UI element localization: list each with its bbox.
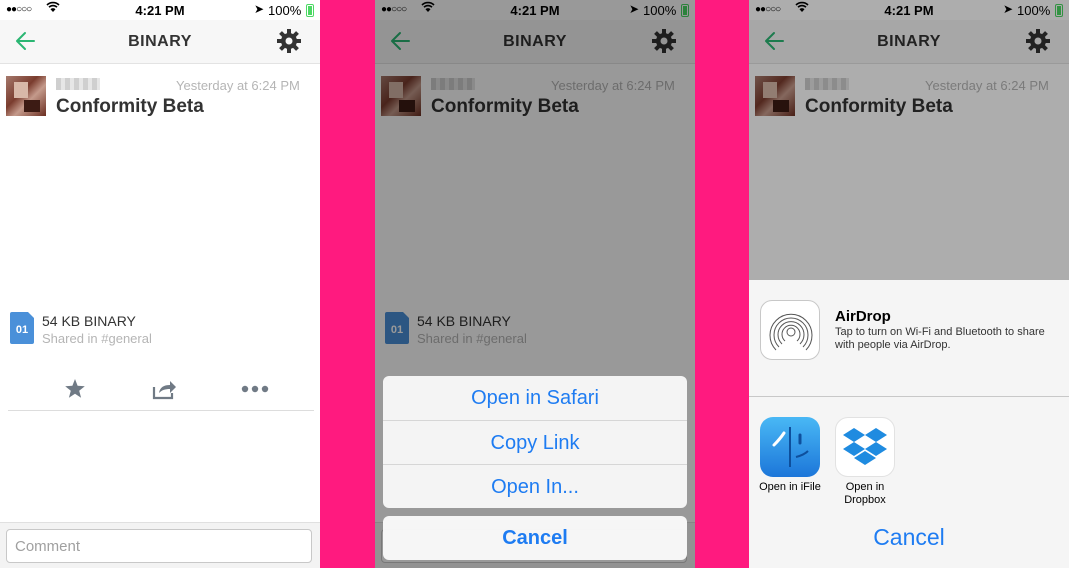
comment-input[interactable] (6, 529, 312, 563)
copy-link-button[interactable]: Copy Link (383, 420, 687, 464)
file-actions (0, 372, 320, 408)
share-sheet: AirDrop Tap to turn on Wi-Fi and Bluetoo… (749, 280, 1069, 568)
star-icon[interactable] (62, 376, 88, 402)
message-title: Conformity Beta (56, 96, 204, 117)
airdrop-title: AirDrop (835, 308, 891, 325)
screen-file-detail: ●●○○○ 4:21 PM ➤ 100% BINARY Yesterday at… (0, 0, 320, 568)
page-title: BINARY (128, 33, 192, 50)
airdrop-description: Tap to turn on Wi-Fi and Bluetooth to sh… (835, 326, 1045, 351)
airdrop-icon[interactable] (760, 300, 820, 360)
open-in-button[interactable]: Open In... (383, 464, 687, 508)
open-in-safari-button[interactable]: Open in Safari (383, 376, 687, 420)
cancel-button[interactable]: Cancel (749, 524, 1069, 560)
dropbox-label: Open in Dropbox (844, 481, 886, 506)
nav-bar: BINARY (0, 20, 320, 64)
open-in-ifile-app[interactable]: Open in iFile (759, 417, 821, 494)
action-sheet: Open in Safari Copy Link Open In... (383, 376, 687, 508)
divider (8, 410, 314, 411)
ifile-icon[interactable] (760, 417, 820, 477)
gear-icon[interactable] (276, 28, 302, 54)
modal-overlay[interactable] (749, 0, 1069, 280)
screen-action-sheet: ●●○○○ 4:21 PM ➤ 100% BINARY Yesterday at… (375, 0, 695, 568)
battery-percent: 100% (268, 3, 302, 18)
status-bar: ●●○○○ 4:21 PM ➤ 100% (0, 0, 320, 20)
location-icon: ➤ (254, 2, 265, 16)
avatar[interactable] (6, 76, 46, 116)
cancel-button[interactable]: Cancel (383, 516, 687, 560)
ifile-label: Open in iFile (759, 481, 821, 493)
airdrop-row[interactable]: AirDrop Tap to turn on Wi-Fi and Bluetoo… (749, 280, 1069, 397)
username-redacted (56, 78, 100, 90)
more-icon[interactable] (240, 376, 270, 402)
file-shared-channel: Shared in #general (42, 331, 152, 346)
binary-file-icon[interactable]: 01 (10, 312, 34, 344)
battery-icon (306, 4, 314, 17)
dropbox-icon[interactable] (835, 417, 895, 477)
comment-bar (0, 522, 320, 568)
share-icon[interactable] (150, 376, 178, 402)
file-name[interactable]: 54 KB BINARY (42, 313, 136, 329)
open-in-dropbox-app[interactable]: Open in Dropbox (835, 417, 895, 507)
message-timestamp: Yesterday at 6:24 PM (176, 78, 300, 93)
screen-share-sheet: ●●○○○ 4:21 PM ➤ 100% BINARY Yesterday at… (749, 0, 1069, 568)
